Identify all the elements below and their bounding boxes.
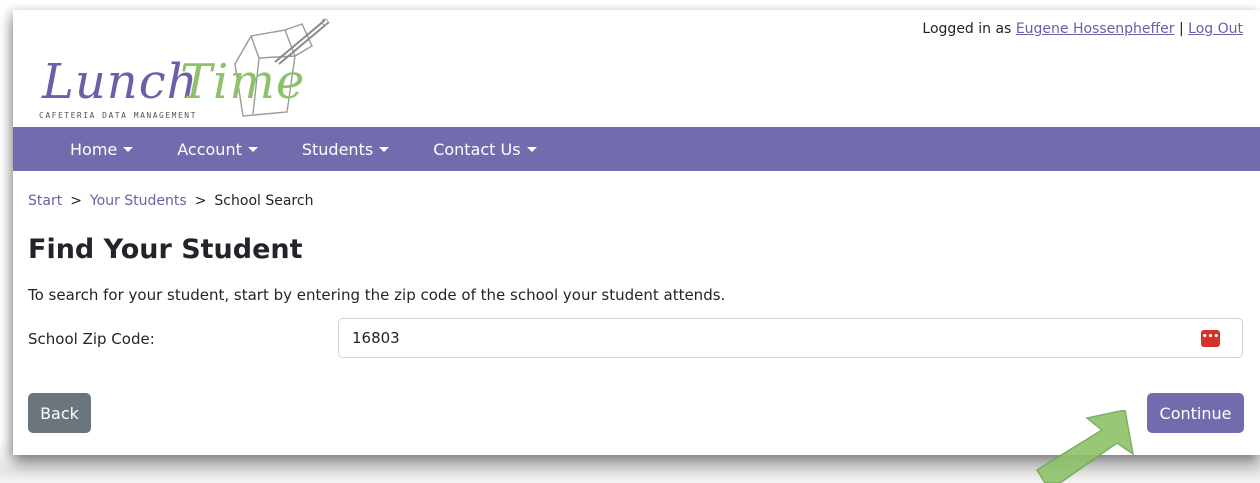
breadcrumb-current: School Search xyxy=(214,193,314,209)
breadcrumb-your-students-link[interactable]: Your Students xyxy=(90,193,187,209)
zip-code-label: School Zip Code: xyxy=(28,330,155,348)
logo-subtitle: CAFETERIA DATA MANAGEMENT xyxy=(39,111,197,120)
user-name-link[interactable]: Eugene Hossenpheffer xyxy=(1016,21,1175,37)
login-separator: | xyxy=(1178,21,1184,37)
logged-in-prefix: Logged in as xyxy=(922,21,1012,37)
caret-down-icon xyxy=(526,146,537,152)
caret-down-icon xyxy=(123,146,134,152)
nav-item-account[interactable]: Account xyxy=(177,140,258,159)
logout-link[interactable]: Log Out xyxy=(1188,21,1243,37)
nav-item-label: Contact Us xyxy=(433,139,521,159)
password-manager-icon[interactable]: ••• xyxy=(1201,330,1220,347)
nav-item-label: Account xyxy=(177,139,242,159)
pointer-arrow-icon xyxy=(1025,410,1145,483)
breadcrumb-start-link[interactable]: Start xyxy=(28,193,62,209)
login-status: Logged in as Eugene Hossenpheffer | Log … xyxy=(922,21,1243,37)
back-button[interactable]: Back xyxy=(28,393,91,433)
continue-button[interactable]: Continue xyxy=(1147,393,1244,433)
caret-down-icon xyxy=(379,146,390,152)
breadcrumb: Start > Your Students > School Search xyxy=(28,193,313,209)
lunchtime-logo[interactable]: Lunch Time CAFETERIA DATA MANAGEMENT xyxy=(37,16,337,126)
logo-word-time: Time xyxy=(180,54,306,110)
page-title: Find Your Student xyxy=(28,234,303,265)
main-navbar: Home Account Students Contact Us xyxy=(13,127,1260,171)
nav-item-students[interactable]: Students xyxy=(301,139,390,159)
breadcrumb-separator: > xyxy=(194,193,207,209)
nav-item-contact-us[interactable]: Contact Us xyxy=(433,139,537,159)
breadcrumb-separator: > xyxy=(70,193,82,209)
instructions-text: To search for your student, start by ent… xyxy=(28,286,726,304)
page-container: Lunch Time CAFETERIA DATA MANAGEMENT Log… xyxy=(13,10,1260,455)
nav-item-home[interactable]: Home xyxy=(70,139,134,159)
caret-down-icon xyxy=(247,146,258,152)
zip-code-input[interactable] xyxy=(338,318,1243,358)
logo-word-lunch: Lunch xyxy=(42,54,199,110)
nav-item-label: Home xyxy=(70,139,118,159)
nav-item-label: Students xyxy=(301,139,374,159)
